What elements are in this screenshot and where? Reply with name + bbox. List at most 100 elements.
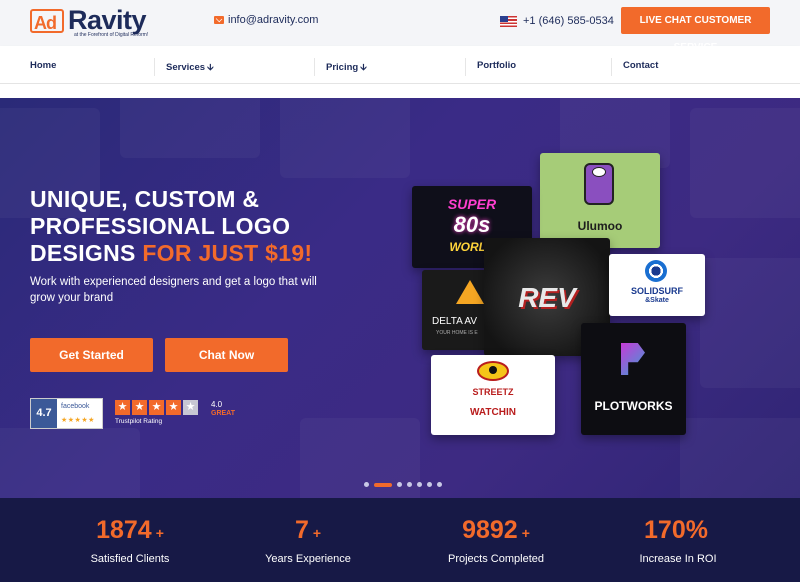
get-started-button[interactable]: Get Started — [30, 338, 153, 372]
bg-tile — [0, 428, 140, 498]
plotworks-p-icon — [621, 343, 645, 375]
stat-label: Years Experience — [265, 553, 351, 565]
portfolio-card-plotworks[interactable]: PLOTWORKS — [581, 323, 686, 435]
hero-section: UNIQUE, CUSTOM & PROFESSIONAL LOGO DESIG… — [0, 98, 800, 498]
nav-divider — [154, 58, 155, 76]
hero-title-line2: PROFESSIONAL LOGO — [30, 213, 291, 239]
stat-label: Projects Completed — [448, 553, 544, 565]
hero-subtitle: Work with experienced designers and get … — [30, 276, 317, 304]
chat-now-button[interactable]: Chat Now — [165, 338, 288, 372]
star-icon: ★ — [166, 400, 181, 415]
arrow-down-icon: 🡫 — [360, 62, 367, 72]
carousel-dot[interactable] — [397, 482, 402, 487]
carousel-dots — [364, 482, 442, 487]
carousel-dot[interactable] — [364, 482, 369, 487]
nav-item-contact-label: Contact — [623, 60, 659, 71]
stat-label: Increase In ROI — [639, 553, 717, 565]
stat-plus: + — [155, 525, 164, 541]
arrow-down-icon: 🡫 — [207, 62, 214, 72]
us-flag-icon — [500, 15, 517, 27]
stat-satisfied-clients: 1874 + Satisfied Clients — [50, 516, 210, 565]
super80s-line1: SUPER — [447, 196, 497, 212]
live-chat-button[interactable]: LIVE CHAT CUSTOMER SERVICE — [621, 7, 770, 53]
hero-title-price: FOR JUST $19! — [142, 240, 313, 266]
carousel-dot[interactable] — [417, 482, 422, 487]
hero-title-line1: UNIQUE, CUSTOM & — [30, 186, 260, 212]
stat-plus: + — [312, 525, 322, 541]
star-icon: ★ — [115, 400, 130, 415]
solidsurf-line1: SOLIDSURF — [630, 286, 683, 296]
hero-title-line3: DESIGNS FOR JUST $19! — [30, 240, 312, 267]
stat-years-experience: 7 + Years Experience — [228, 516, 388, 565]
stat-projects-completed: 9892 + Projects Completed — [416, 516, 576, 565]
super80s-line2: 80s — [453, 212, 491, 237]
adravity-logo[interactable]: Ad Ravity at the Forefront of Digital Re… — [30, 5, 180, 42]
solidsurf-wave-icon — [645, 260, 667, 282]
streetz-line2: WATCHIN — [470, 407, 516, 418]
nav-item-portfolio-label: Portfolio — [477, 60, 517, 71]
nav-item-pricing[interactable]: Pricing 🡫 — [326, 60, 367, 76]
stats-section: 1874 + Satisfied Clients 7 + Years Experie… — [0, 498, 800, 582]
logo-tagline: at the Forefront of Digital Reform! — [74, 32, 149, 38]
main-nav: Home Services 🡫 Pricing 🡫 Portfolio Contac… — [0, 46, 800, 84]
nav-divider — [465, 58, 466, 76]
logo-ad-text: Ad — [34, 13, 57, 33]
stat-value: 170% — [644, 516, 708, 544]
stat-value: 7 — [294, 516, 309, 544]
stat-plus: + — [521, 525, 530, 541]
ulumoo-mascot-face — [592, 167, 606, 177]
facebook-score: 4.7 — [31, 399, 57, 428]
portfolio-card-solidsurf[interactable]: SOLIDSURF &Skate — [609, 254, 705, 316]
star-icon: ★ — [132, 400, 147, 415]
plotworks-text: PLOTWORKS — [594, 399, 673, 413]
bg-tile — [680, 418, 800, 498]
nav-item-home[interactable]: Home — [30, 60, 56, 71]
portfolio-card-streetz-watchin[interactable]: STREETZ WATCHIN — [431, 355, 555, 435]
facebook-stars-icon: ★★★★★ — [61, 417, 95, 424]
trustpilot-rating-word: GREAT — [211, 410, 235, 417]
hero-title: UNIQUE, CUSTOM & PROFESSIONAL LOGO DESIG… — [30, 186, 312, 267]
trustpilot-label: Trustpilot Rating — [115, 418, 163, 425]
delta-triangle-icon — [456, 280, 484, 304]
nav-divider — [314, 58, 315, 76]
envelope-icon — [214, 16, 224, 24]
trustpilot-score: 4.0 — [211, 400, 223, 409]
facebook-label: facebook — [61, 403, 90, 410]
carousel-dot[interactable] — [407, 482, 412, 487]
logo-ad-box: Ad — [30, 9, 64, 33]
nav-item-portfolio[interactable]: Portfolio — [477, 60, 516, 71]
nav-item-services-label: Services — [166, 62, 206, 73]
bg-tile — [120, 98, 260, 158]
star-empty-icon: ★ — [183, 400, 198, 415]
top-bar: Ad Ravity at the Forefront of Digital Re… — [0, 0, 800, 53]
carousel-dot[interactable] — [437, 482, 442, 487]
star-icon: ★ — [149, 400, 164, 415]
trustpilot-rating-badge[interactable]: ★ ★ ★ ★ ★ 4.0 GREAT Trustpilot Rating — [115, 400, 245, 430]
stat-value: 9892 — [462, 516, 518, 544]
email-link[interactable]: info@adravity.com — [214, 14, 318, 26]
phone-text: +1 (646) 585-0534 — [523, 15, 614, 27]
phone-link[interactable]: +1 (646) 585-0534 — [500, 15, 614, 27]
solidsurf-line2: &Skate — [645, 297, 669, 304]
rev-text: REV — [518, 282, 576, 313]
facebook-rating-badge[interactable]: 4.7 facebook ★★★★★ — [30, 398, 103, 429]
carousel-dot[interactable] — [427, 482, 432, 487]
stat-increase-roi: 170% Increase In ROI — [598, 516, 758, 565]
ulumoo-text: Ulumoo — [577, 219, 623, 233]
bg-tile — [690, 108, 800, 218]
nav-item-contact[interactable]: Contact — [623, 60, 658, 71]
nav-spacer — [0, 84, 800, 98]
nav-divider — [611, 58, 612, 76]
streetz-line1: STREETZ — [472, 387, 514, 397]
hero-title-line3-a: DESIGNS — [30, 240, 143, 266]
stat-label: Satisfied Clients — [90, 553, 170, 565]
nav-item-home-label: Home — [30, 60, 57, 71]
portfolio-card-ulumoo[interactable]: Ulumoo — [540, 153, 660, 248]
email-text: info@adravity.com — [228, 14, 319, 26]
nav-item-pricing-label: Pricing — [326, 62, 359, 73]
carousel-dot-active[interactable] — [374, 482, 392, 487]
bg-tile — [280, 98, 410, 178]
eye-pupil — [489, 366, 497, 374]
stat-value: 1874 — [96, 516, 152, 544]
nav-item-services[interactable]: Services 🡫 — [166, 60, 214, 76]
